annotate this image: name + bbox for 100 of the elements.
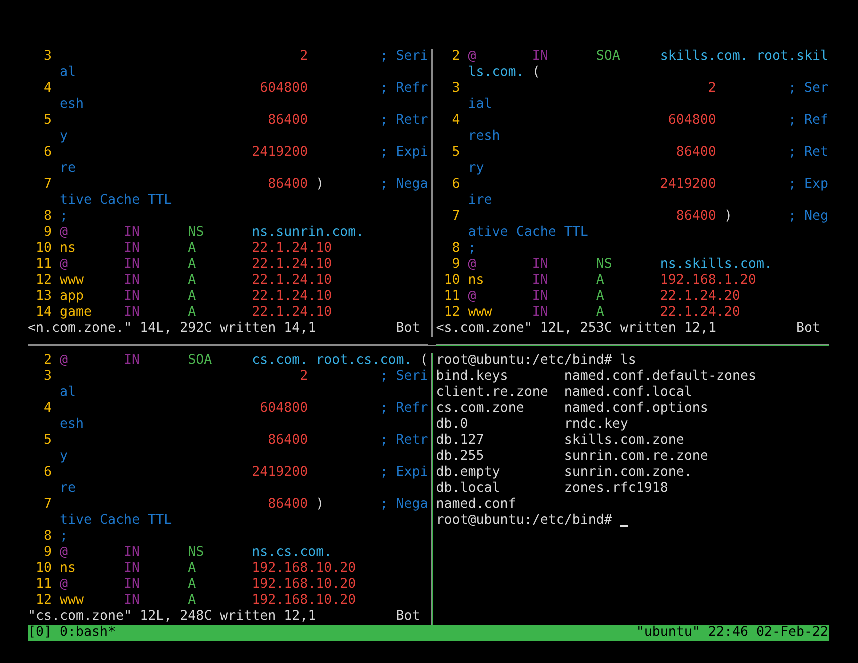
record-data: 192.168.10.20: [252, 577, 356, 593]
line-number: 3: [452, 81, 460, 97]
record-name: www: [60, 593, 84, 609]
comment-text: y: [60, 129, 68, 145]
record-data: 22.1.24.10: [252, 289, 332, 305]
file-name: named.conf.options: [564, 401, 708, 417]
line-number: 9: [44, 225, 52, 241]
record-class: IN: [124, 577, 140, 593]
line-number: 8: [44, 209, 52, 225]
line-number: 3: [44, 49, 52, 65]
record-class: IN: [124, 353, 140, 369]
record-data: 22.1.24.10: [252, 305, 332, 321]
record-name: @: [468, 289, 476, 305]
record-class: IN: [532, 273, 548, 289]
line-number: 4: [452, 113, 460, 129]
record-type: SOA: [596, 49, 620, 65]
record-data: ns.skills.com.: [660, 257, 772, 273]
comment-text: re: [60, 481, 76, 497]
parenthesis: ): [316, 497, 324, 513]
comment-text: ; Retr: [380, 113, 428, 129]
file-name: rndc.key: [564, 417, 628, 433]
record-type: NS: [188, 225, 204, 241]
file-name: skills.com.zone: [564, 433, 684, 449]
comment-text: ial: [468, 97, 492, 113]
record-data: cs.com. root.cs.com.: [252, 353, 412, 369]
comment-text: ; Expi: [380, 145, 428, 161]
comment-text: ; Ret: [788, 145, 828, 161]
soa-value: 86400: [268, 113, 308, 129]
record-class: IN: [124, 257, 140, 273]
record-data: 192.168.1.20: [660, 273, 756, 289]
record-type: NS: [596, 257, 612, 273]
parenthesis: (: [532, 65, 540, 81]
clock-time: 22:46: [708, 625, 748, 641]
record-name: www: [60, 273, 84, 289]
line-number: 14: [36, 305, 52, 321]
record-data: 22.1.24.20: [660, 305, 740, 321]
line-number: 7: [452, 209, 460, 225]
soa-value: 604800: [260, 401, 308, 417]
scroll-position: Bot: [796, 321, 821, 337]
scroll-position: Bot: [396, 321, 420, 337]
line-number: 2: [452, 49, 460, 65]
record-class: IN: [124, 289, 140, 305]
session-label: [0]: [28, 625, 52, 641]
file-name: cs.com.zone: [436, 401, 526, 417]
line-number: 13: [36, 289, 52, 305]
comment-text: al: [60, 65, 76, 81]
file-name: db.empty: [436, 465, 502, 481]
comment-text: ire: [468, 193, 492, 209]
record-type: A: [188, 257, 196, 273]
record-data: 22.1.24.10: [252, 273, 332, 289]
comment-text: tive Cache TTL: [60, 193, 172, 209]
record-type: A: [188, 289, 196, 305]
record-data: 22.1.24.10: [252, 257, 332, 273]
comment-text: ; Refr: [380, 401, 428, 417]
file-name: sunrin.com.re.zone: [564, 449, 708, 465]
record-name: @: [60, 545, 68, 561]
line-number: 4: [44, 401, 52, 417]
record-class: IN: [124, 545, 140, 561]
soa-value: 2419200: [660, 177, 716, 193]
soa-value: 86400: [268, 433, 308, 449]
shell-prompt: root@ubuntu:/etc/bind#: [436, 513, 612, 529]
record-type: SOA: [188, 353, 212, 369]
comment-text: ; Seri: [380, 369, 428, 385]
record-class: IN: [532, 257, 548, 273]
record-type: A: [188, 577, 196, 593]
file-name: named.conf.default-zones: [564, 369, 756, 385]
record-class: IN: [124, 305, 140, 321]
soa-value: 86400: [268, 177, 308, 193]
record-data: 22.1.24.20: [660, 289, 740, 305]
comment-text: esh: [60, 97, 84, 113]
soa-value: 2: [708, 81, 716, 97]
comment-text: tive Cache TTL: [60, 513, 172, 529]
comment-text: ; Nega: [380, 497, 428, 513]
record-class: IN: [124, 593, 140, 609]
line-number: 3: [44, 369, 52, 385]
line-number: 7: [44, 497, 52, 513]
host-name: "ubuntu": [636, 625, 700, 641]
soa-value: 86400: [676, 145, 716, 161]
line-number: 5: [452, 145, 460, 161]
record-name: ns: [60, 561, 76, 577]
comment-text: ;: [60, 209, 68, 225]
record-type: A: [188, 273, 196, 289]
window-tab[interactable]: 0:bash*: [60, 625, 116, 641]
record-type: A: [596, 273, 604, 289]
comment-text: ; Seri: [380, 49, 428, 65]
comment-text: resh: [468, 129, 500, 145]
comment-text: ;: [468, 241, 476, 257]
cursor-position: 14,1: [284, 321, 318, 337]
record-class: IN: [124, 225, 140, 241]
line-number: 10: [36, 241, 52, 257]
record-name: ns: [468, 273, 484, 289]
comment-text: ; Expi: [380, 465, 428, 481]
soa-value: 2: [300, 49, 308, 65]
line-number: 10: [444, 273, 460, 289]
record-name: www: [468, 305, 492, 321]
file-name: db.0: [436, 417, 470, 433]
record-type: A: [596, 289, 604, 305]
record-type: A: [596, 305, 604, 321]
record-type: NS: [188, 545, 204, 561]
comment-text: ; Retr: [380, 433, 428, 449]
